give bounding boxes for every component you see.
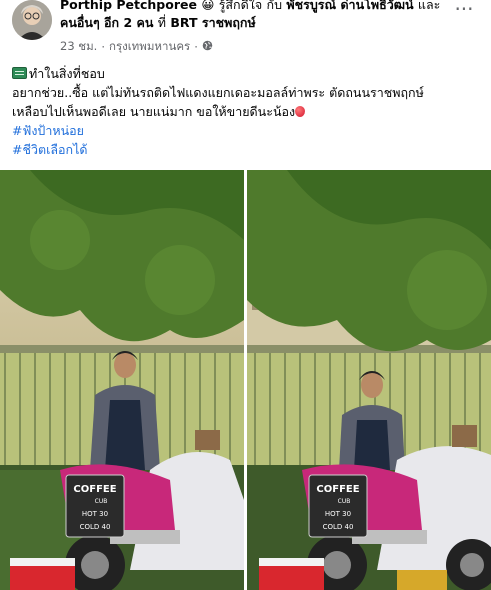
balloon-icon xyxy=(295,106,306,117)
author-avatar[interactable] xyxy=(12,0,52,40)
globe-icon xyxy=(202,40,213,54)
sign-sub-2: CUB xyxy=(338,498,351,505)
feeling-text: รู้สึกดีใจ xyxy=(218,0,263,12)
and-text: และ xyxy=(417,0,441,12)
hashtag-2[interactable]: #ชีวิตเลือกได้ xyxy=(12,140,487,159)
sign-cold-2: COLD 40 xyxy=(323,523,354,531)
sign-sub: CUB xyxy=(95,498,108,505)
sign-title: COFFEE xyxy=(73,484,116,495)
feeling-emoji: 😀 xyxy=(201,0,215,12)
meta-separator-2: · xyxy=(194,40,198,54)
hashtag-1[interactable]: #ฟังป้าหน่อย xyxy=(12,121,487,140)
post-place[interactable]: กรุงเทพมหานคร xyxy=(109,38,190,56)
post-header-text: Porthip Petchporee 😀 รู้สึกดีใจ กับ พัชร… xyxy=(60,0,445,32)
with-text: กับ xyxy=(266,0,283,12)
meta-separator: · xyxy=(101,40,105,54)
post-line-3: เหลือบไปเห็นพอดีเลย นายแน่มาก ขอให้ขายดี… xyxy=(12,102,487,121)
sign-cold: COLD 40 xyxy=(80,523,111,531)
memo-icon xyxy=(12,67,27,79)
post-photo-1[interactable]: COFFEE CUB HOT 30 COLD 40 xyxy=(0,170,244,590)
at-text: ที่ xyxy=(157,15,167,30)
others-link[interactable]: คนอื่นๆ อีก 2 คน xyxy=(60,15,153,30)
more-options-icon[interactable]: ··· xyxy=(452,0,476,22)
sign-hot-2: HOT 30 xyxy=(325,510,351,518)
post-header: Porthip Petchporee 😀 รู้สึกดีใจ กับ พัชร… xyxy=(12,0,482,58)
post-line-1: ทำในสิ่งที่ชอบ xyxy=(12,64,487,83)
author-name[interactable]: Porthip Petchporee xyxy=(60,0,197,12)
post-meta: 23 ชม. · กรุงเทพมหานคร · xyxy=(60,38,213,56)
location-link[interactable]: BRT ราชพฤกษ์ xyxy=(170,15,255,30)
sign-title-2: COFFEE xyxy=(316,484,359,495)
post-line-2: อยากช่วย..ซื้อ แต่ไม่ทันรถติดไฟแดงแยกเดอ… xyxy=(12,85,424,100)
tagged-person-link[interactable]: พัชรบูรณ์ ด่านโพธิ์วัฒน์ xyxy=(286,0,413,12)
post-photo-2[interactable]: COFFEE CUB HOT 30 COLD 40 xyxy=(247,170,491,590)
post-text: ทำในสิ่งที่ชอบ อยากช่วย..ซื้อ แต่ไม่ทันร… xyxy=(12,64,487,159)
sign-hot: HOT 30 xyxy=(82,510,108,518)
post-time[interactable]: 23 ชม. xyxy=(60,38,97,56)
